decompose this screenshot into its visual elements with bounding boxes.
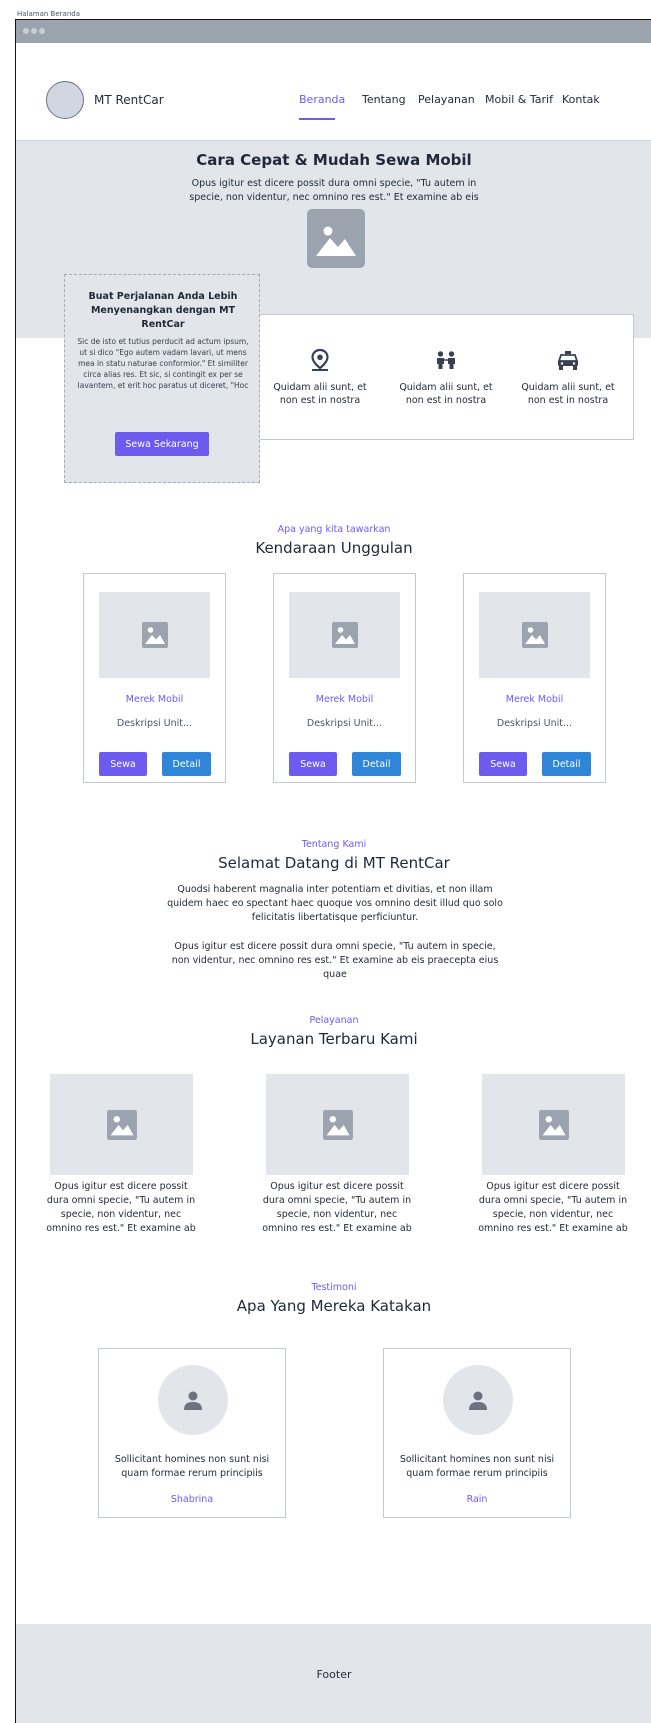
testimonials-title: Apa Yang Mereka Katakan [236, 1297, 432, 1315]
feature-text: Quidam alii sunt, et non est in nostra [399, 382, 493, 406]
rent-button[interactable]: Sewa [479, 752, 527, 776]
testimonial-name: Rain [466, 1494, 488, 1505]
image-icon [307, 209, 365, 268]
user-icon [184, 1391, 202, 1410]
footer-text: Footer [316, 1668, 352, 1681]
nav-pelayanan[interactable]: Pelayanan [418, 93, 475, 106]
site-footer: Footer [16, 1624, 651, 1723]
location-pin-icon [311, 349, 329, 371]
features-box: Quidam alii sunt, et non est in nostra Q… [259, 314, 634, 440]
image-icon [106, 1109, 137, 1140]
testimonial-card: Sollicitant homines non sunt nisi quam f… [98, 1348, 286, 1518]
service-text: Opus igitur est dicere possit dura omni … [478, 1181, 628, 1234]
window-dot-icon[interactable] [23, 28, 29, 34]
window-dot-icon[interactable] [39, 28, 45, 34]
services-eyebrow: Pelayanan [309, 1015, 359, 1026]
detail-button[interactable]: Detail [162, 752, 211, 776]
vehicle-description: Deskripsi Unit... [496, 718, 573, 729]
rent-button[interactable]: Sewa [99, 752, 147, 776]
image-icon [538, 1109, 569, 1140]
avatar [158, 1365, 228, 1435]
about-eyebrow: Tentang Kami [301, 839, 367, 850]
feature-item: Quidam alii sunt, et non est in nostra [513, 347, 623, 407]
nav-active-indicator [299, 118, 335, 120]
services-title: Layanan Terbaru Kami [250, 1030, 418, 1048]
image-icon [266, 1074, 409, 1175]
about-title: Selamat Datang di MT RentCar [218, 854, 450, 872]
vehicle-brand[interactable]: Merek Mobil [464, 694, 605, 705]
nav-beranda[interactable]: Beranda [299, 93, 345, 106]
vehicle-card: Merek Mobil Deskripsi Unit... Sewa Detai… [273, 573, 416, 783]
promo-card: Buat Perjalanan Anda Lebih Menyenangkan … [64, 274, 260, 483]
nav-kontak[interactable]: Kontak [562, 93, 600, 106]
vehicle-brand[interactable]: Merek Mobil [274, 694, 415, 705]
logo[interactable] [46, 81, 84, 119]
testimonial-quote: Sollicitant homines non sunt nisi quam f… [399, 1454, 555, 1479]
page-frame: Halaman Beranda MT RentCar Beranda Tenta… [0, 0, 651, 1723]
service-text: Opus igitur est dicere possit dura omni … [46, 1181, 196, 1234]
about-paragraph: Quodsi haberent magnalia inter potentiam… [167, 884, 503, 923]
nav-tentang[interactable]: Tentang [362, 93, 406, 106]
site-header: MT RentCar Beranda Tentang Pelayanan Mob… [16, 43, 651, 141]
people-icon [437, 351, 455, 369]
window-dot-icon[interactable] [31, 28, 37, 34]
browser-window: MT RentCar Beranda Tentang Pelayanan Mob… [15, 20, 651, 1723]
window-titlebar [16, 20, 651, 43]
detail-button[interactable]: Detail [542, 752, 591, 776]
testimonial-quote: Sollicitant homines non sunt nisi quam f… [114, 1454, 270, 1479]
nav-mobil-tarif[interactable]: Mobil & Tarif [485, 93, 553, 106]
image-icon [521, 622, 548, 648]
image-icon [50, 1074, 193, 1175]
avatar [443, 1365, 513, 1435]
hero-subtitle: Opus igitur est dicere possit dura omni … [189, 178, 479, 203]
promo-title: Buat Perjalanan Anda Lebih Menyenangkan … [88, 291, 238, 330]
image-icon [322, 1109, 353, 1140]
feature-text: Quidam alii sunt, et non est in nostra [521, 382, 615, 406]
vehicle-brand[interactable]: Merek Mobil [84, 694, 225, 705]
vehicles-title: Kendaraan Unggulan [255, 539, 413, 557]
detail-button[interactable]: Detail [352, 752, 401, 776]
testimonial-name: Shabrina [170, 1494, 214, 1505]
hero-title: Cara Cepat & Mudah Sewa Mobil [196, 151, 472, 169]
promo-text: Sic de isto et tutius perducit ad actum … [77, 337, 249, 390]
image-icon [479, 592, 590, 678]
user-icon [469, 1391, 487, 1410]
rent-button[interactable]: Sewa [289, 752, 337, 776]
vehicle-description: Deskripsi Unit... [116, 718, 193, 729]
vehicle-card: Merek Mobil Deskripsi Unit... Sewa Detai… [463, 573, 606, 783]
service-text: Opus igitur est dicere possit dura omni … [262, 1181, 412, 1234]
image-icon [99, 592, 210, 678]
feature-item: Quidam alii sunt, et non est in nostra [265, 347, 375, 407]
image-icon [482, 1074, 625, 1175]
testimonial-card: Sollicitant homines non sunt nisi quam f… [383, 1348, 571, 1518]
about-paragraph: Opus igitur est dicere possit dura omni … [171, 941, 499, 980]
image-icon [289, 592, 400, 678]
testimonials-eyebrow: Testimoni [311, 1282, 357, 1293]
image-icon [316, 226, 356, 256]
feature-item: Quidam alii sunt, et non est in nostra [391, 347, 501, 407]
feature-text: Quidam alii sunt, et non est in nostra [273, 382, 367, 406]
vehicles-eyebrow: Apa yang kita tawarkan [277, 524, 391, 535]
rent-now-button[interactable]: Sewa Sekarang [115, 432, 209, 456]
image-icon [331, 622, 358, 648]
brand-name[interactable]: MT RentCar [94, 93, 164, 107]
page-caption: Halaman Beranda [17, 10, 81, 18]
vehicle-card: Merek Mobil Deskripsi Unit... Sewa Detai… [83, 573, 226, 783]
vehicle-description: Deskripsi Unit... [306, 718, 383, 729]
taxi-icon [557, 350, 579, 370]
image-icon [141, 622, 168, 648]
